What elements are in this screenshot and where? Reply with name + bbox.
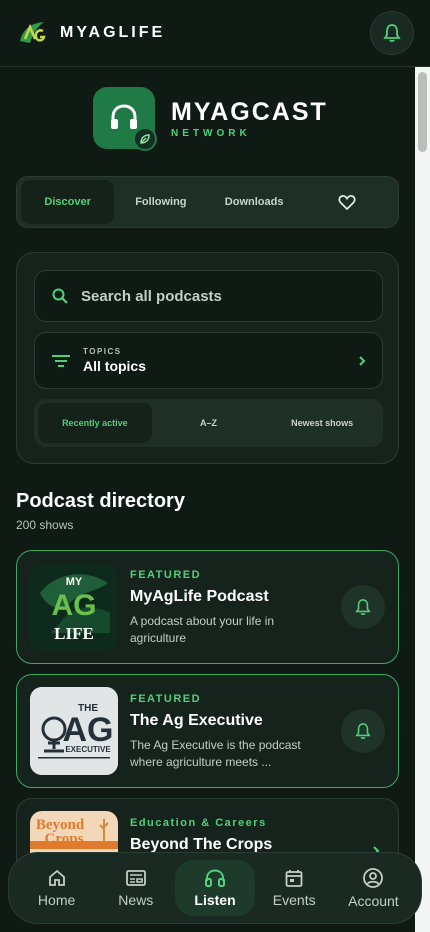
svg-text:MY: MY <box>66 576 83 588</box>
brand-name: MYAGLIFE <box>60 24 166 41</box>
bottom-safe-area <box>0 925 415 932</box>
bell-icon <box>383 24 401 43</box>
podcast-cover-ag-executive: THE AG EXECUTIVE <box>30 687 118 775</box>
follow-bell-button[interactable] <box>341 585 385 629</box>
podcast-tag: FEATURED <box>130 693 202 705</box>
nav-events-label: Events <box>272 892 316 908</box>
headphones-icon <box>205 869 225 887</box>
podcast-tabs: Discover Following Downloads <box>16 176 399 228</box>
podcast-cover-myaglife: MY AG LIFE <box>30 563 118 651</box>
heart-icon <box>338 195 356 210</box>
search-icon <box>52 288 68 304</box>
podcast-description: A podcast about your life in agriculture <box>130 614 275 645</box>
topics-label: TOPICS <box>83 347 122 356</box>
myagcast-hero: MYAGCAST NETWORK <box>93 87 328 151</box>
nav-account[interactable]: Account <box>334 860 413 916</box>
main-content[interactable]: MYAGCAST NETWORK Discover Following Down… <box>0 67 415 932</box>
leaf-icon <box>133 127 157 151</box>
follow-bell-button[interactable] <box>341 709 385 753</box>
tab-downloads[interactable]: Downloads <box>208 180 301 224</box>
nav-account-label: Account <box>348 893 399 909</box>
svg-text:EXECUTIVE: EXECUTIVE <box>65 745 111 754</box>
bell-icon <box>355 599 371 616</box>
podcast-card[interactable]: THE AG EXECUTIVE FEATURED The Ag Executi… <box>16 674 399 788</box>
search-input[interactable]: Search all podcasts <box>34 270 383 322</box>
sort-newest-shows[interactable]: Newest shows <box>265 403 379 443</box>
home-icon <box>48 869 65 886</box>
scrollbar[interactable] <box>415 67 430 932</box>
sort-recently-active[interactable]: Recently active <box>38 403 152 443</box>
nav-listen[interactable]: Listen <box>175 860 255 916</box>
podcast-title: MyAgLife Podcast <box>130 588 269 605</box>
svg-text:Crops: Crops <box>45 831 84 847</box>
bottom-navigation: Home News Listen Events Account <box>8 852 422 924</box>
notifications-button[interactable] <box>370 11 414 55</box>
search-placeholder: Search all podcasts <box>81 287 222 305</box>
nav-home-label: Home <box>37 892 76 908</box>
podcast-title: The Ag Executive <box>130 712 263 729</box>
filter-panel: Search all podcasts TOPICS All topics Re… <box>16 252 399 464</box>
tab-following[interactable]: Following <box>114 180 207 224</box>
topics-selector[interactable]: TOPICS All topics <box>34 332 383 389</box>
bell-icon <box>355 723 371 740</box>
nav-news[interactable]: News <box>96 860 175 916</box>
directory-count: 200 shows <box>16 518 74 532</box>
filter-icon <box>52 354 70 367</box>
app-bar: MYAGLIFE <box>0 0 430 67</box>
svg-text:LIFE: LIFE <box>54 624 94 643</box>
calendar-icon <box>285 870 303 887</box>
nav-listen-label: Listen <box>194 892 236 908</box>
directory-title: Podcast directory <box>16 490 185 512</box>
svg-text:AG: AG <box>63 711 114 749</box>
topics-value: All topics <box>83 358 147 374</box>
tab-favorites[interactable] <box>301 180 394 224</box>
account-icon <box>363 868 384 888</box>
nav-events[interactable]: Events <box>255 860 334 916</box>
hero-subtitle: NETWORK <box>171 127 251 139</box>
podcast-card[interactable]: MY AG LIFE FEATURED MyAgLife Podcast A p… <box>16 550 399 664</box>
sort-options: Recently active A–Z Newest shows <box>34 399 383 447</box>
svg-text:AG: AG <box>52 589 97 622</box>
tab-discover[interactable]: Discover <box>21 180 115 224</box>
sort-a-z[interactable]: A–Z <box>152 403 266 443</box>
myaglife-logo-icon[interactable] <box>16 18 48 48</box>
nav-news-label: News <box>118 892 154 908</box>
scrollbar-thumb[interactable] <box>418 72 427 152</box>
podcast-tag: FEATURED <box>130 569 202 581</box>
news-icon <box>125 870 146 886</box>
nav-home[interactable]: Home <box>17 860 96 916</box>
hero-title: MYAGCAST <box>171 97 328 126</box>
podcast-description: The Ag Executive is the podcast where ag… <box>130 738 301 769</box>
podcast-tag: Education & Careers <box>130 817 267 829</box>
chevron-right-icon <box>359 355 366 366</box>
headphones-icon <box>93 87 157 151</box>
